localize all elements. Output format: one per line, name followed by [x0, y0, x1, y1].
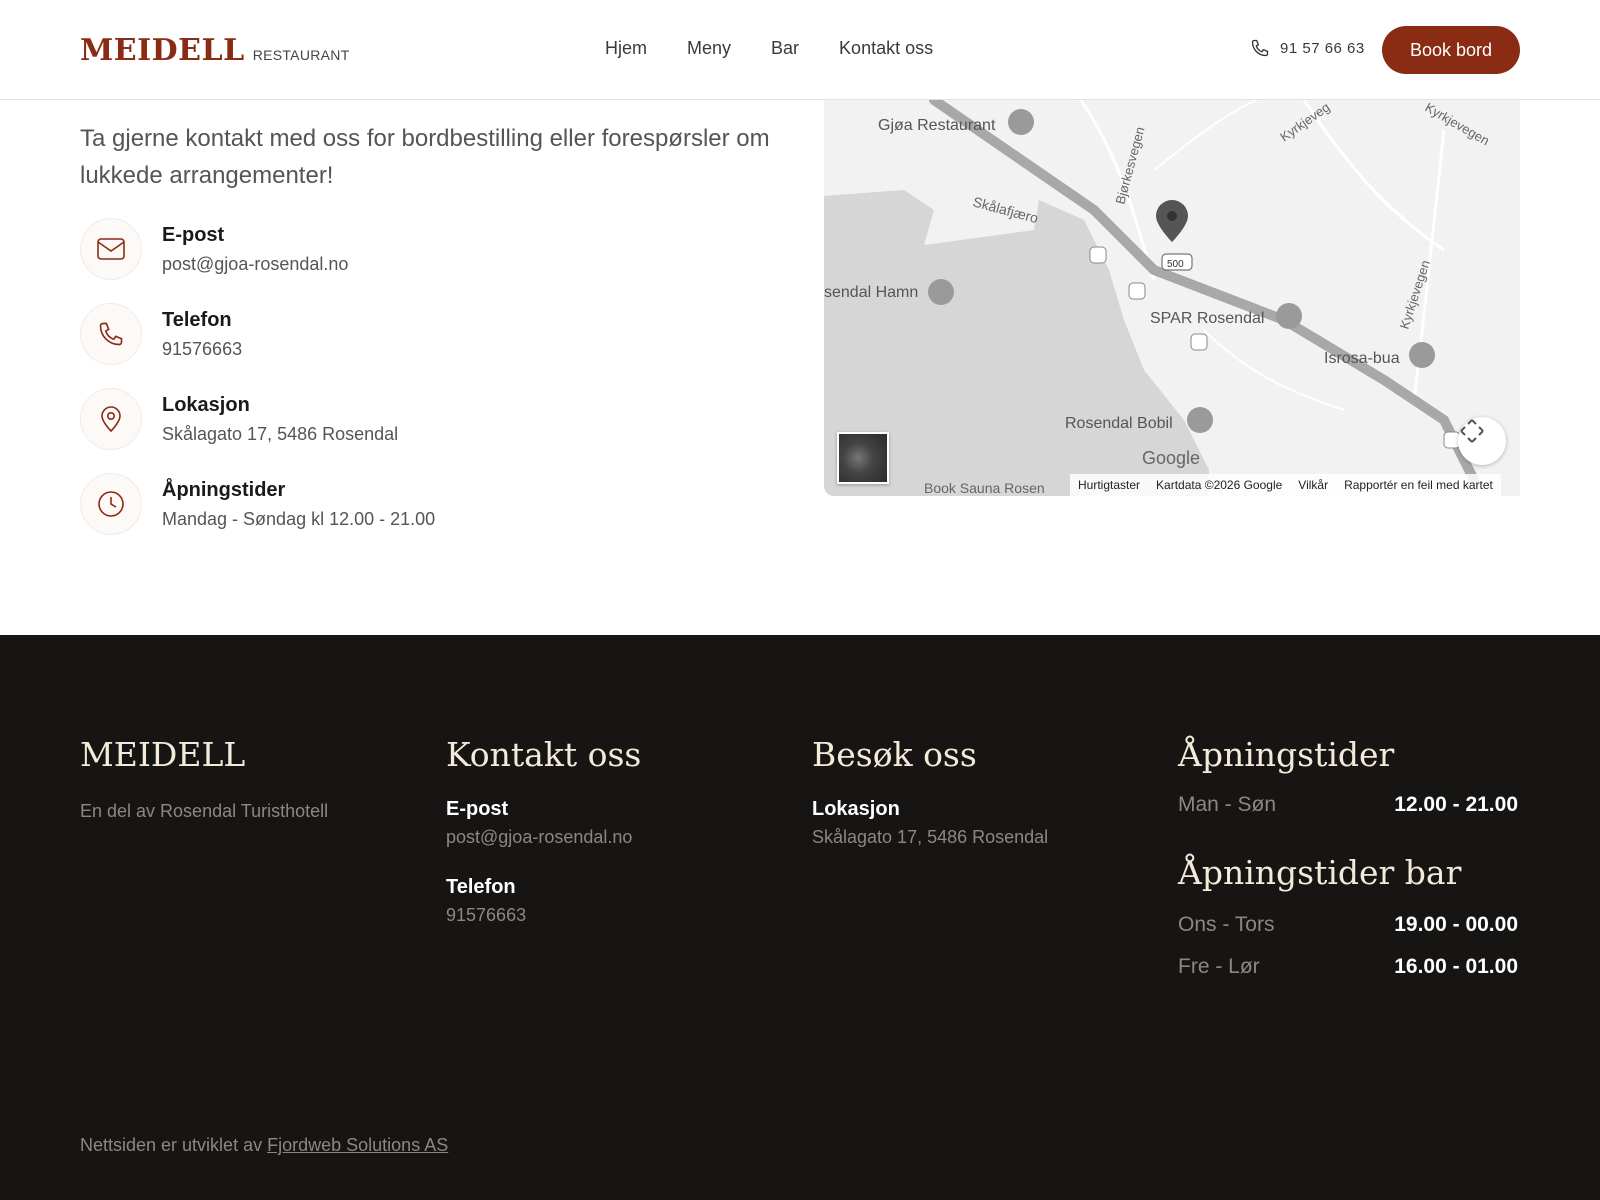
phone-icon: [80, 303, 142, 365]
bar-hours-time: 16.00 - 01.00: [1394, 955, 1518, 978]
site-header: MEIDELL RESTAURANT Hjem Meny Bar Kontakt…: [0, 0, 1600, 100]
contact-intro: Ta gjerne kontakt med oss for bordbestil…: [80, 125, 770, 189]
contact-hours-title: Åpningstider: [162, 479, 286, 501]
bar-hours-row: Fre - Lør 16.00 - 01.00: [1178, 955, 1518, 979]
nav-hjem[interactable]: Hjem: [605, 38, 647, 59]
hours-row: Man - Søn 12.00 - 21.00: [1178, 793, 1518, 817]
footer-credit-link[interactable]: Fjordweb Solutions AS: [267, 1135, 448, 1155]
map-fullscreen-button[interactable]: [1458, 417, 1506, 465]
bar-hours-day: Ons - Tors: [1178, 913, 1275, 936]
map-label-kyrkjevegen-2: Kyrkjevegen: [1423, 100, 1492, 149]
footer-bar-hours-heading: Åpningstider bar: [1178, 853, 1462, 892]
footer-phone-label: Telefon: [446, 876, 516, 898]
map-label-gjoa: Gjøa Restaurant: [878, 117, 996, 134]
footer-hours-heading: Åpningstider: [1178, 735, 1395, 774]
hours-day: Man - Søn: [1178, 793, 1277, 816]
contact-location-value: Skålagato 17, 5486 Rosendal: [162, 424, 399, 444]
map-attribution: Hurtigtaster Kartdata ©2026 Google Vilkå…: [1070, 474, 1501, 496]
contact-email-title: E-post: [162, 224, 225, 246]
map-satellite-toggle[interactable]: [837, 432, 889, 484]
footer-visit-column: Besøk oss Lokasjon Skålagato 17, 5486 Ro…: [812, 735, 1048, 848]
clock-icon: [80, 473, 142, 535]
contact-phone-title: Telefon: [162, 309, 232, 331]
footer-contact-heading: Kontakt oss: [446, 735, 642, 774]
footer-email-label: E-post: [446, 798, 509, 820]
map-label-hamn: sendal Hamn: [824, 284, 918, 301]
brand-name: MEIDELL: [80, 33, 245, 68]
map-report-link[interactable]: Rapportér en feil med kartet: [1344, 478, 1493, 492]
fullscreen-icon: [1460, 419, 1484, 443]
footer-brand: MEIDELL: [80, 735, 246, 774]
book-table-button[interactable]: Book bord: [1382, 26, 1520, 74]
hours-time: 12.00 - 21.00: [1394, 793, 1518, 816]
nav-kontakt-oss[interactable]: Kontakt oss: [839, 38, 933, 59]
footer-email-value[interactable]: post@gjoa-rosendal.no: [446, 827, 641, 848]
map-label-kyrkjevegen-1: Kyrkjeveg: [1277, 99, 1332, 144]
contact-location-title: Lokasjon: [162, 394, 250, 416]
bar-hours-time: 19.00 - 00.00: [1394, 913, 1518, 936]
footer-location-value: Skålagato 17, 5486 Rosendal: [812, 827, 1049, 847]
bar-hours-row: Ons - Tors 19.00 - 00.00: [1178, 913, 1518, 937]
map-terms-link[interactable]: Vilkår: [1298, 478, 1328, 492]
footer-visit-heading: Besøk oss: [812, 735, 977, 774]
google-map[interactable]: Gjøa Restaurant Skålafjæro Bjørkesvegen …: [824, 70, 1520, 496]
nav-meny[interactable]: Meny: [687, 38, 731, 59]
brand-logo[interactable]: MEIDELL RESTAURANT: [80, 33, 350, 68]
footer-tagline: En del av Rosendal Turisthotell: [80, 801, 329, 821]
header-phone-number: 91 57 66 63: [1280, 39, 1365, 57]
site-footer: MEIDELL En del av Rosendal Turisthotell …: [0, 635, 1600, 1200]
google-logo: Google: [1142, 448, 1201, 468]
contact-email-value[interactable]: post@gjoa-rosendal.no: [162, 254, 348, 275]
footer-location-label: Lokasjon: [812, 798, 900, 820]
header-phone-link[interactable]: 91 57 66 63: [1250, 38, 1365, 58]
footer-credit: Nettsiden er utviklet av Fjordweb Soluti…: [80, 1135, 448, 1156]
map-label-skalafjaero: Skålafjæro: [971, 193, 1040, 226]
bar-hours-day: Fre - Lør: [1178, 955, 1260, 978]
footer-phone-value[interactable]: 91576663: [446, 905, 641, 926]
brand-subtitle: RESTAURANT: [252, 47, 350, 63]
map-label-spar: SPAR Rosendal: [1150, 310, 1264, 327]
main-nav: Hjem Meny Bar Kontakt oss: [605, 38, 933, 59]
map-canvas: Gjøa Restaurant Skålafjæro Bjørkesvegen …: [824, 89, 1492, 496]
map-road-shield-500: 500: [1167, 259, 1184, 270]
phone-icon: [1251, 39, 1269, 57]
map-shortcuts-link[interactable]: Hurtigtaster: [1078, 478, 1140, 492]
footer-hours-column: Åpningstider Man - Søn 12.00 - 21.00 Åpn…: [1178, 735, 1520, 995]
contact-phone-value[interactable]: 91576663: [162, 339, 242, 360]
map-data-credit: Kartdata ©2026 Google: [1156, 478, 1283, 492]
location-pin-icon: [80, 388, 142, 450]
footer-contact-column: Kontakt oss E-post post@gjoa-rosendal.no…: [446, 735, 641, 926]
map-label-isrosa: Isrosa-bua: [1324, 350, 1400, 367]
footer-credit-prefix: Nettsiden er utviklet av: [80, 1135, 263, 1155]
nav-bar[interactable]: Bar: [771, 38, 799, 59]
map-label-bobil: Rosendal Bobil: [1065, 415, 1173, 432]
map-label-sauna: Book Sauna Rosen: [924, 480, 1045, 496]
contact-hours-value: Mandag - Søndag kl 12.00 - 21.00: [162, 509, 436, 529]
mail-icon: [80, 218, 142, 280]
